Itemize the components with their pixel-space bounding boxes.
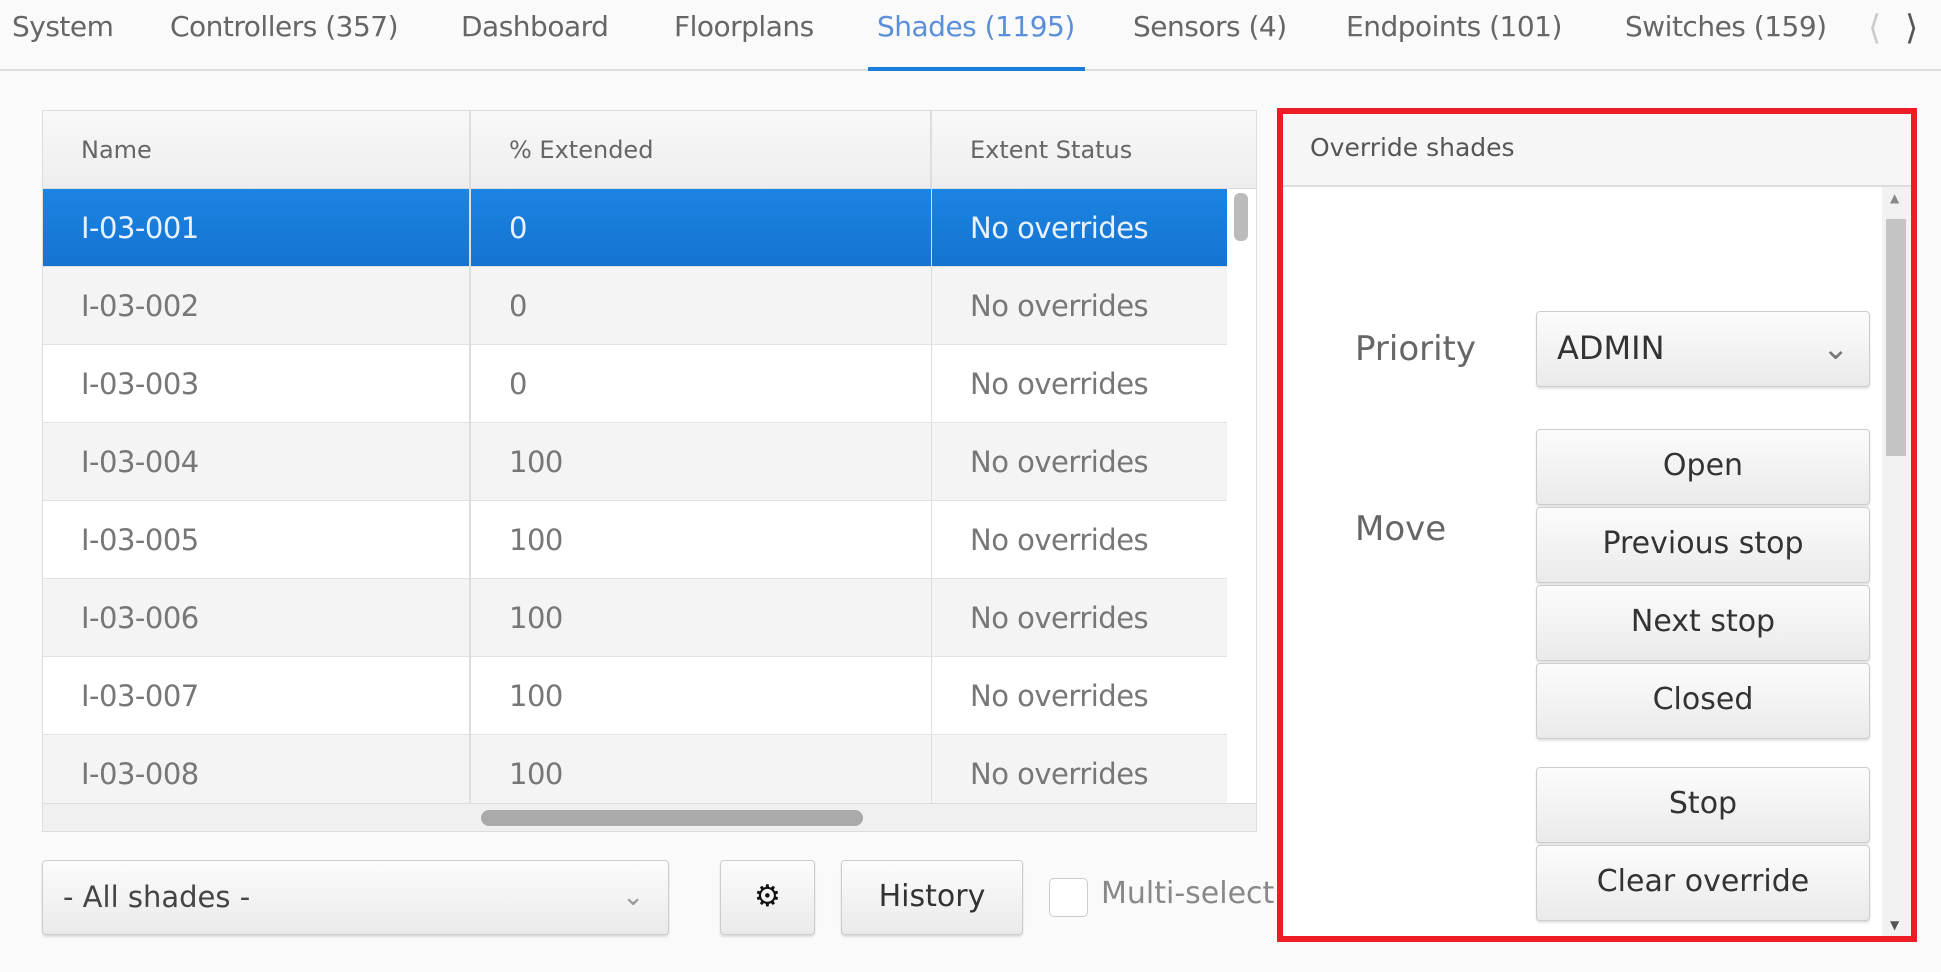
active-tab-indicator — [868, 67, 1085, 71]
next-stop-button[interactable]: Next stop — [1536, 585, 1870, 661]
gear-icon: ⚙ — [754, 879, 781, 914]
filter-value: - All shades - — [63, 880, 251, 914]
tab-dashboard[interactable]: Dashboard — [461, 10, 609, 43]
multi-select-checkbox[interactable] — [1049, 878, 1088, 917]
cell-extended: 100 — [471, 501, 932, 579]
scroll-down-icon[interactable]: ▼ — [1890, 918, 1899, 932]
tab-bar: System Controllers (357) Dashboard Floor… — [0, 0, 1941, 71]
scroll-thumb[interactable] — [1886, 219, 1906, 456]
cell-extended: 0 — [471, 267, 932, 345]
column-header-name[interactable]: Name — [43, 111, 471, 189]
scroll-thumb[interactable] — [481, 810, 863, 826]
cell-extended: 0 — [471, 345, 932, 423]
open-button[interactable]: Open — [1536, 429, 1870, 505]
scroll-up-icon[interactable]: ▲ — [1890, 191, 1899, 205]
cell-name: I-03-006 — [43, 579, 471, 657]
vertical-scrollbar[interactable] — [1227, 189, 1256, 803]
cell-status: No overrides — [970, 601, 1149, 635]
cell-status: No overrides — [970, 367, 1149, 401]
tab-floorplans[interactable]: Floorplans — [674, 10, 814, 43]
cell-extended: 100 — [471, 657, 932, 735]
closed-button[interactable]: Closed — [1536, 663, 1870, 739]
panel-title: Override shades — [1283, 114, 1911, 187]
override-shades-panel: Override shades Priority ADMIN ⌄ Move Op… — [1277, 108, 1917, 942]
cell-name: I-03-005 — [43, 501, 471, 579]
table-row[interactable]: I-03-004 100 No overrides — [43, 423, 1227, 501]
cell-name: I-03-008 — [43, 735, 471, 813]
cell-name: I-03-003 — [43, 345, 471, 423]
panel-scrollbar[interactable]: ▲ ▼ — [1882, 187, 1911, 936]
table-row[interactable]: I-03-003 0 No overrides — [43, 345, 1227, 423]
tab-shades[interactable]: Shades (1195) — [877, 10, 1075, 43]
cell-name: I-03-002 — [43, 267, 471, 345]
column-header-status[interactable]: Extent Status — [932, 111, 1256, 189]
table-header: Name % Extended Extent Status — [43, 111, 1256, 189]
cell-name: I-03-007 — [43, 657, 471, 735]
tab-switches[interactable]: Switches (159) — [1625, 10, 1827, 43]
column-header-extended[interactable]: % Extended — [471, 111, 932, 189]
tab-endpoints[interactable]: Endpoints (101) — [1346, 10, 1562, 43]
settings-button[interactable]: ⚙ — [720, 860, 815, 935]
cell-status: No overrides — [970, 679, 1149, 713]
chevron-down-icon: ⌄ — [1822, 329, 1849, 367]
cell-status: No overrides — [970, 757, 1149, 791]
priority-label: Priority — [1355, 329, 1477, 369]
cell-extended: 100 — [471, 735, 932, 813]
tab-system[interactable]: System — [12, 10, 114, 43]
table-row[interactable]: I-03-002 0 No overrides — [43, 267, 1227, 345]
shades-table: Name % Extended Extent Status I-03-001 0 N… — [42, 110, 1257, 832]
table-row[interactable]: I-03-005 100 No overrides — [43, 501, 1227, 579]
priority-select[interactable]: ADMIN ⌄ — [1536, 311, 1870, 387]
table-row[interactable]: I-03-007 100 No overrides — [43, 657, 1227, 735]
cell-name: I-03-001 — [43, 189, 471, 267]
chevron-right-icon[interactable]: ⟩ — [1905, 8, 1918, 48]
cell-status: No overrides — [970, 211, 1149, 245]
chevron-down-icon: ⌄ — [622, 882, 644, 912]
table-row[interactable]: I-03-006 100 No overrides — [43, 579, 1227, 657]
horizontal-scrollbar[interactable] — [43, 803, 1256, 831]
clear-override-button[interactable]: Clear override — [1536, 845, 1870, 921]
tab-controllers[interactable]: Controllers (357) — [170, 10, 399, 43]
cell-name: I-03-004 — [43, 423, 471, 501]
multi-select-label: Multi-select — [1101, 876, 1275, 911]
scroll-thumb[interactable] — [1234, 193, 1248, 241]
table-row[interactable]: I-03-008 100 No overrides — [43, 735, 1227, 813]
cell-extended: 0 — [471, 189, 932, 267]
priority-value: ADMIN — [1557, 329, 1665, 367]
shade-filter-select[interactable]: - All shades - ⌄ — [42, 860, 669, 935]
chevron-left-icon[interactable]: ⟨ — [1868, 8, 1881, 48]
cell-status: No overrides — [970, 445, 1149, 479]
stop-button[interactable]: Stop — [1536, 767, 1870, 843]
cell-extended: 100 — [471, 579, 932, 657]
cell-status: No overrides — [970, 289, 1149, 323]
tab-sensors[interactable]: Sensors (4) — [1133, 10, 1287, 43]
cell-extended: 100 — [471, 423, 932, 501]
cell-status: No overrides — [970, 523, 1149, 557]
previous-stop-button[interactable]: Previous stop — [1536, 507, 1870, 583]
move-label: Move — [1355, 509, 1447, 549]
table-row[interactable]: I-03-001 0 No overrides — [43, 189, 1227, 267]
history-button[interactable]: History — [841, 860, 1023, 935]
